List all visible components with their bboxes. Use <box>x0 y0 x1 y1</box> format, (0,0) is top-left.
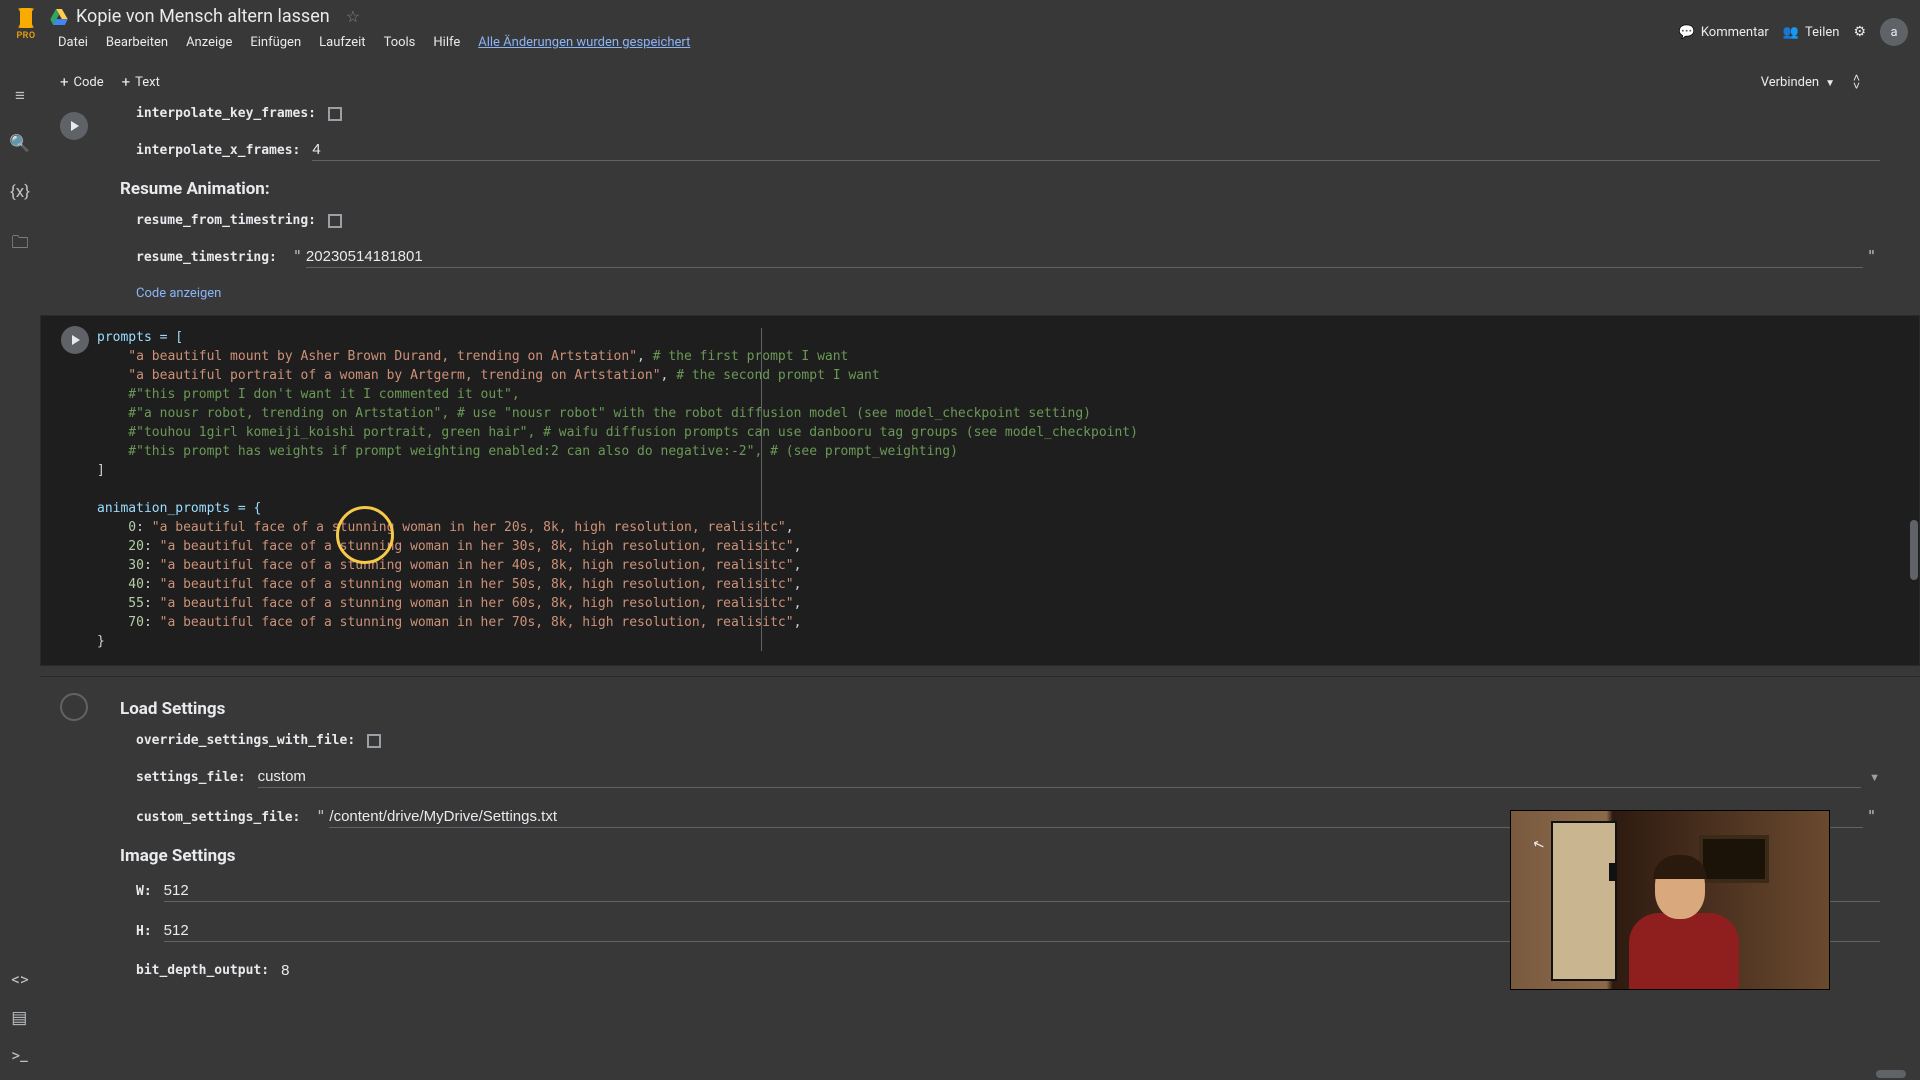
settings-file-label: settings_file: <box>136 770 246 785</box>
chevron-down-icon[interactable]: ▼ <box>1869 771 1880 784</box>
variables-icon[interactable]: {x} <box>10 182 30 202</box>
interpolate-x-frames-label: interpolate_x_frames: <box>136 143 300 158</box>
interpolate-key-frames-checkbox[interactable] <box>328 107 342 121</box>
add-text-button[interactable]: +Text <box>122 73 160 91</box>
resume-timestring-label: resume_timestring: <box>136 250 277 265</box>
terminal-icon[interactable]: >_ <box>11 1046 29 1066</box>
share-button[interactable]: 👥 Teilen <box>1783 25 1840 40</box>
code-snippets-icon[interactable]: <> <box>11 970 29 990</box>
text-cursor <box>761 328 762 651</box>
colab-logo-icon[interactable] <box>12 8 40 28</box>
width-label: W: <box>136 884 152 899</box>
star-icon[interactable]: ☆ <box>346 7 360 26</box>
load-settings-heading: Load Settings <box>120 699 1880 719</box>
add-code-button[interactable]: +Code <box>60 73 104 91</box>
menu-anzeige[interactable]: Anzeige <box>178 31 240 54</box>
menu-laufzeit[interactable]: Laufzeit <box>311 31 373 54</box>
custom-settings-file-label: custom_settings_file: <box>136 810 300 825</box>
connect-button[interactable]: Verbinden▼ <box>1751 71 1845 94</box>
collapse-toggle-icon[interactable]: ˄˅ <box>1853 74 1860 90</box>
bit-depth-label: bit_depth_output: <box>136 963 269 978</box>
horizontal-scrollbar[interactable] <box>1866 1068 1906 1080</box>
avatar[interactable]: a <box>1880 18 1908 46</box>
height-label: H: <box>136 924 152 939</box>
resume-from-timestring-checkbox[interactable] <box>328 214 342 228</box>
comment-button[interactable]: 💬 Kommentar <box>1679 25 1769 40</box>
pro-badge: PRO <box>16 31 35 41</box>
files-icon[interactable]: 🗀 <box>12 230 29 259</box>
resume-animation-heading: Resume Animation: <box>120 179 1880 199</box>
drive-icon <box>50 9 68 25</box>
override-settings-label: override_settings_with_file: <box>136 733 355 748</box>
settings-file-select[interactable] <box>258 766 1862 788</box>
run-cell-button[interactable] <box>61 326 89 354</box>
show-code-link[interactable]: Code anzeigen <box>136 286 1880 301</box>
command-palette-icon[interactable]: ▤ <box>11 1008 29 1028</box>
interpolate-x-frames-input[interactable] <box>312 139 1880 161</box>
vertical-scrollbar[interactable] <box>1908 100 1920 1060</box>
toc-icon[interactable]: ≡ <box>15 86 25 106</box>
resume-from-timestring-label: resume_from_timestring: <box>136 213 316 228</box>
settings-gear-icon[interactable]: ⚙ <box>1853 24 1866 40</box>
run-cell-button[interactable] <box>60 693 88 721</box>
search-icon[interactable]: 🔍 <box>9 134 30 154</box>
share-icon: 👥 <box>1783 25 1799 40</box>
menu-hilfe[interactable]: Hilfe <box>425 31 468 54</box>
override-settings-checkbox[interactable] <box>367 734 381 748</box>
menu-bearbeiten[interactable]: Bearbeiten <box>98 31 176 54</box>
chevron-down-icon[interactable]: ▼ <box>1825 78 1835 89</box>
saved-status-link[interactable]: Alle Änderungen wurden gespeichert <box>470 31 698 54</box>
document-title[interactable]: Kopie von Mensch altern lassen <box>76 6 330 27</box>
menu-bar: Datei Bearbeiten Anzeige Einfügen Laufze… <box>50 31 1679 54</box>
resume-timestring-input[interactable] <box>306 246 1863 268</box>
interpolate-key-frames-label: interpolate_key_frames: <box>136 106 316 121</box>
menu-datei[interactable]: Datei <box>50 31 96 54</box>
code-editor[interactable]: prompts = [ "a beautiful mount by Asher … <box>97 328 1919 651</box>
run-cell-button[interactable] <box>60 112 88 140</box>
comment-icon: 💬 <box>1679 25 1695 40</box>
webcam-overlay: ↖ <box>1510 810 1830 990</box>
menu-tools[interactable]: Tools <box>376 31 424 54</box>
menu-einfuegen[interactable]: Einfügen <box>242 31 309 54</box>
